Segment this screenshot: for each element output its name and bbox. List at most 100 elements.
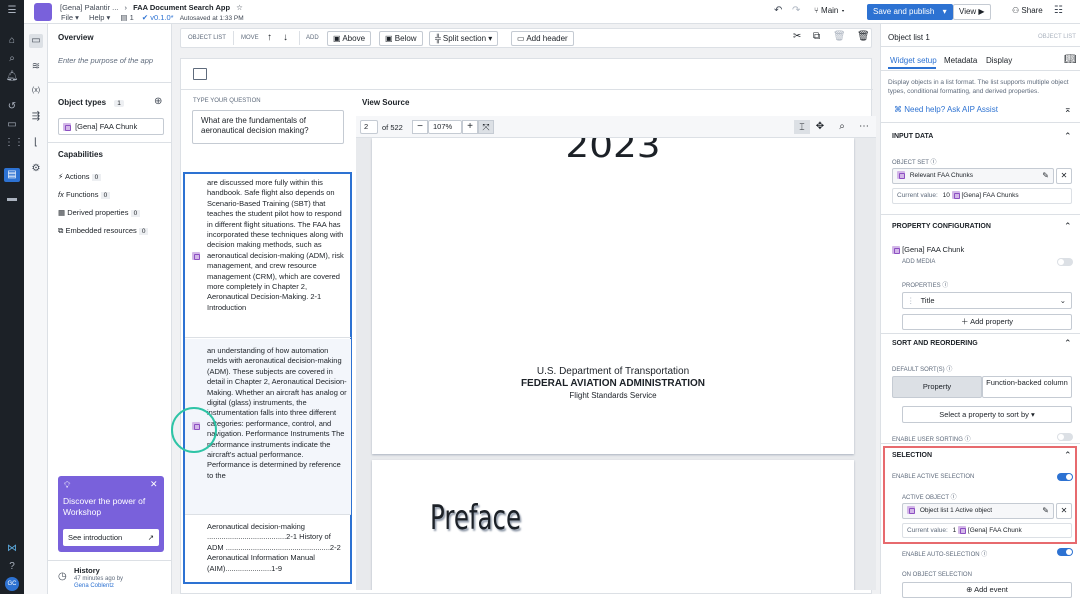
capability-derived-properties[interactable]: ▦ Derived properties 0 <box>58 204 148 222</box>
app-header-icon[interactable] <box>193 68 207 80</box>
object-set-select[interactable]: Relevant FAA Chunks ✎ <box>892 168 1054 184</box>
branch-selector[interactable]: ⑂ Main ▾ <box>814 6 845 15</box>
recent-icon[interactable]: ↺ <box>4 100 20 114</box>
search-icon[interactable]: ⌕ <box>834 120 850 134</box>
autosave-status: Autosaved at 1:33 PM <box>179 15 244 22</box>
sort-function-option[interactable]: Function-backed column <box>982 376 1072 398</box>
move-up-icon[interactable]: ↑ <box>267 32 272 43</box>
page-number-input[interactable]: 2 <box>360 120 378 134</box>
more-icon[interactable]: ⋯ <box>856 120 872 134</box>
chevron-up-icon[interactable]: ⌃ <box>1064 338 1072 349</box>
version-badge[interactable]: ✔ v0.1.0* <box>142 13 174 22</box>
auto-selection-toggle[interactable] <box>1057 548 1073 556</box>
menu-help[interactable]: Help <box>89 13 104 22</box>
active-selection-toggle[interactable] <box>1057 473 1073 481</box>
help-icon[interactable]: ? <box>4 560 20 574</box>
copy-icon[interactable]: ⧉ <box>813 31 820 42</box>
drag-handle-icon[interactable]: ⋮ <box>907 296 915 305</box>
active-object-select[interactable]: Object list 1 Active object ✎ <box>902 503 1054 519</box>
layout-icon[interactable]: ⇶ <box>29 110 43 124</box>
sort-header[interactable]: SORT AND REORDERING <box>892 340 978 347</box>
history-user[interactable]: Gena Coblentz <box>74 583 114 589</box>
capability-functions[interactable]: fx Functions 0 <box>58 186 148 204</box>
share-button[interactable]: ⚇ Share <box>1012 6 1043 15</box>
notifications-icon[interactable]: 🔔︎ <box>4 70 20 84</box>
text-select-icon[interactable]: ⌶ <box>794 120 810 134</box>
property-config-header[interactable]: PROPERTY CONFIGURATION <box>892 223 991 230</box>
cut-icon[interactable]: ✂ <box>793 31 801 42</box>
star-icon[interactable]: ☆ <box>236 3 243 12</box>
view-button[interactable]: View ▶ <box>953 4 991 20</box>
list-icon[interactable]: ☷ <box>1054 5 1063 16</box>
add-header-button[interactable]: ▭ Add header <box>511 31 574 46</box>
sort-property-option[interactable]: Property <box>892 376 982 398</box>
save-publish-button[interactable]: Save and publish ▾ <box>867 4 953 20</box>
capability-actions[interactable]: ⚡︎ Actions 0 <box>58 168 148 186</box>
collapse-icon[interactable]: ⌅ <box>1064 104 1072 115</box>
clear-object-set-button[interactable]: ✕ <box>1056 168 1072 184</box>
split-section-button[interactable]: ╬ Split section ▾ <box>429 31 499 46</box>
search-icon[interactable]: ⌕ <box>4 52 20 66</box>
question-textarea[interactable]: What are the fundamentals of aeronautica… <box>192 110 344 144</box>
files-icon[interactable]: ▭ <box>4 118 20 132</box>
apps-icon[interactable]: ⋮⋮ <box>4 136 24 150</box>
docs-icon[interactable]: 📖︎ <box>1064 54 1077 65</box>
breadcrumb-project[interactable]: [Gena] Palantir ... <box>60 3 118 12</box>
list-item[interactable]: are discussed more fully within this han… <box>185 174 351 338</box>
user-sorting-toggle[interactable] <box>1057 433 1073 441</box>
menu-icon[interactable]: ☰ <box>4 4 20 18</box>
edit-icon[interactable]: ✎ <box>1042 169 1049 183</box>
clear-active-object-button[interactable]: ✕ <box>1056 503 1072 519</box>
pan-icon[interactable]: ✥ <box>812 120 828 134</box>
workshop-icon[interactable]: ▤ <box>4 168 20 182</box>
layers-icon[interactable]: ≋ <box>29 60 43 74</box>
add-media-toggle[interactable] <box>1057 258 1073 266</box>
move-down-icon[interactable]: ↓ <box>283 32 288 43</box>
delete-icon[interactable]: 🗑︎ <box>857 31 870 42</box>
list-item[interactable]: Aeronautical decision-making ...........… <box>185 516 351 582</box>
input-data-header[interactable]: INPUT DATA <box>892 133 933 140</box>
add-below-button[interactable]: ▣ Below <box>379 31 423 46</box>
selection-header[interactable]: SELECTION <box>892 452 932 459</box>
close-icon[interactable]: ✕ <box>150 479 158 490</box>
edit-icon[interactable]: ✎ <box>1042 504 1049 518</box>
sort-property-select[interactable]: Select a property to sort by ▾ <box>902 406 1072 423</box>
widget-name-input[interactable]: Object list 1 <box>888 33 930 42</box>
see-introduction-button[interactable]: See introduction ↗ <box>63 529 159 546</box>
add-above-button[interactable]: ▣ Above <box>327 31 372 46</box>
routes-icon[interactable]: ⌊ <box>29 136 43 150</box>
folder-icon[interactable]: ▬ <box>4 192 20 206</box>
variables-icon[interactable]: (x) <box>29 84 43 98</box>
settings-icon[interactable]: ⚙ <box>29 162 43 176</box>
chevron-up-icon[interactable]: ⌃ <box>1064 131 1072 142</box>
add-object-type-icon[interactable]: ⊕ <box>154 96 162 107</box>
zoom-out-button[interactable]: − <box>412 120 428 134</box>
pages-icon[interactable]: ▤ <box>120 13 127 22</box>
fit-page-icon[interactable]: ⤧ <box>478 120 494 134</box>
platform-icon[interactable]: ⋈ <box>4 542 20 556</box>
purpose-input[interactable]: Enter the purpose of the app <box>58 56 168 65</box>
object-type-item[interactable]: [Gena] FAA Chunk <box>58 118 164 135</box>
tab-widget-setup[interactable]: Widget setup <box>890 56 937 65</box>
zoom-input[interactable]: 107% <box>428 120 462 134</box>
delete-disabled-icon[interactable]: 🗑︎ <box>833 31 846 42</box>
chevron-up-icon[interactable]: ⌃ <box>1064 221 1072 232</box>
redo-icon[interactable]: ↷ <box>792 5 800 16</box>
tab-display[interactable]: Display <box>986 56 1012 65</box>
add-property-button[interactable]: ＋ Add property <box>902 314 1072 330</box>
chevron-down-icon[interactable]: ⌄ <box>1060 293 1066 308</box>
pdf-pages[interactable]: 2023 U.S. Department of Transportation F… <box>356 138 876 590</box>
chevron-up-icon[interactable]: ⌃ <box>1064 450 1072 461</box>
menu-file[interactable]: File <box>61 13 73 22</box>
property-title-item[interactable]: ⋮ Title ⌄ <box>902 292 1072 309</box>
avatar[interactable]: GC <box>5 577 19 591</box>
zoom-in-button[interactable]: + <box>462 120 478 134</box>
aip-assist-link[interactable]: ⌘ Need help? Ask AIP Assist <box>894 105 998 114</box>
history-title[interactable]: History <box>74 566 100 575</box>
undo-icon[interactable]: ↶ <box>774 5 782 16</box>
capability-embedded-resources[interactable]: ⧉ Embedded resources 0 <box>58 222 149 240</box>
tab-metadata[interactable]: Metadata <box>944 56 977 65</box>
home-icon[interactable]: ⌂ <box>4 34 20 48</box>
overview-icon[interactable]: ▭ <box>29 34 43 48</box>
add-event-button[interactable]: ⊕ Add event <box>902 582 1072 598</box>
